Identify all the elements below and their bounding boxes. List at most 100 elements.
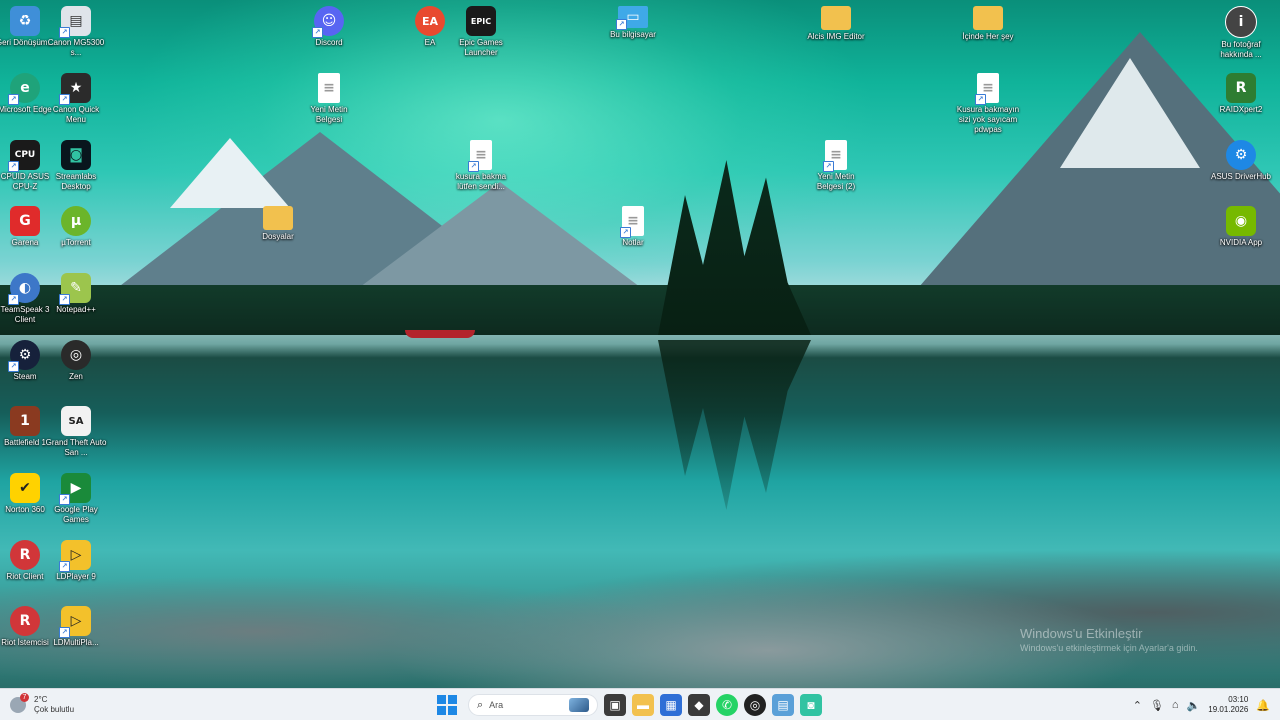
garena-icon: G xyxy=(10,206,40,236)
desktop-icon-ldplayer[interactable]: ▷ ↗ LDPlayer 9 xyxy=(44,540,108,582)
this-pc-icon: ▭ ↗ xyxy=(616,6,648,30)
desktop-icon-discord[interactable]: ☺ ↗ Discord xyxy=(297,6,361,48)
taskbar: 7 2°C Çok bulutlu ⌕ Ara ▣ ▬ ▦ ◆ ✆ ◎ ▤ ◙ … xyxy=(0,688,1280,720)
desktop-icon-label: Notepad++ xyxy=(56,305,96,314)
task-view-icon[interactable]: ▣ xyxy=(604,694,626,716)
whatsapp-icon[interactable]: ✆ xyxy=(716,694,738,716)
desktop-icon-canon-printer[interactable]: ▤ ↗ Canon MG5300 s... xyxy=(44,6,108,58)
google-play-games-icon: ▶ ↗ xyxy=(59,473,91,505)
weather-condition: Çok bulutlu xyxy=(34,705,75,714)
desktop-icon-label: Google Play Games xyxy=(54,505,98,524)
desktop-icon-label: ASUS DriverHub xyxy=(1210,172,1271,181)
microphone-icon[interactable]: 🎙 xyxy=(1150,699,1164,712)
desktop-icon-kusura-bakma[interactable]: ≡ ↗ kusura bakma lütfen sendi... xyxy=(449,140,513,192)
volume-icon[interactable]: 🔈 xyxy=(1187,699,1201,712)
desktop-icon-label: Grand Theft Auto San ... xyxy=(45,438,107,457)
desktop-icon-canon-quick-menu[interactable]: ★ ↗ Canon Quick Menu xyxy=(44,73,108,125)
windows-logo-tile xyxy=(448,706,457,715)
activation-title: Windows'u Etkinleştir xyxy=(1020,626,1143,641)
desktop-icon-label: Bu bilgisayar xyxy=(610,30,656,39)
start-button[interactable] xyxy=(436,694,458,716)
desktop-icon-label: Yeni Metin Belgesi xyxy=(310,105,348,124)
desktop-icon-ldmultiplayer[interactable]: ▷ ↗ LDMultiPla... xyxy=(44,606,108,648)
riot-client-tr-icon: R xyxy=(10,606,40,636)
desktop-icon-bu-bilgisayar[interactable]: ▭ ↗ Bu bilgisayar xyxy=(601,6,665,40)
text-document-icon: ≡ ↗ xyxy=(823,140,847,172)
battlefield-icon: 1 xyxy=(10,406,40,436)
desktop-icon-notepadpp[interactable]: ✎ ↗ Notepad++ xyxy=(44,273,108,315)
desktop-icon-gta[interactable]: SA Grand Theft Auto San ... xyxy=(44,406,108,458)
notification-bell-icon[interactable]: 🔔 xyxy=(1256,699,1270,712)
recycle-bin-icon: ♻ xyxy=(10,6,40,36)
folder-icon xyxy=(821,6,851,30)
weather-text: 2°C Çok bulutlu xyxy=(34,695,74,715)
windows-logo-tile xyxy=(448,695,457,704)
desktop-icon-dosyalar[interactable]: Dosyalar xyxy=(246,206,310,242)
canon-quick-menu-icon: ★ ↗ xyxy=(59,73,91,105)
desktop-icon-photo-info[interactable]: i Bu fotoğraf hakkında ... xyxy=(1209,6,1273,60)
text-document-icon: ≡ ↗ xyxy=(468,140,492,172)
desktop-icon-alcis-img-editor[interactable]: Alcis IMG Editor xyxy=(804,6,868,42)
desktop-icon-label: RAIDXpert2 xyxy=(1219,105,1263,114)
taskbar-search-box[interactable]: ⌕ Ara xyxy=(468,694,598,716)
streamlabs-taskbar-icon[interactable]: ◙ xyxy=(800,694,822,716)
ldplayer-icon: ▷ ↗ xyxy=(59,540,91,572)
search-placeholder: Ara xyxy=(489,700,504,710)
desktop-icon-nvidia-app[interactable]: ◉ NVIDIA App xyxy=(1209,206,1273,248)
asus-driverhub-icon: ⚙ xyxy=(1226,140,1256,170)
desktop-icon-label: Yeni Metin Belgesi (2) xyxy=(816,172,856,191)
text-document-icon: ≡ xyxy=(318,73,340,103)
norton-icon: ✔ xyxy=(10,473,40,503)
epic-games-icon: EPIC xyxy=(466,6,496,36)
activation-watermark: Windows'u Etkinleştir Windows'u etkinleş… xyxy=(1020,626,1198,653)
desktop-icon-asus-driverhub[interactable]: ⚙ ASUS DriverHub xyxy=(1209,140,1273,182)
windows-logo-tile xyxy=(437,695,446,704)
clock-time: 03:10 xyxy=(1228,695,1249,704)
desktop-icon-google-play-games[interactable]: ▶ ↗ Google Play Games xyxy=(44,473,108,525)
desktop-icon-notlar[interactable]: ≡ ↗ Notlar xyxy=(601,206,665,248)
text-document-icon: ≡ ↗ xyxy=(975,73,999,105)
activation-subtitle: Windows'u etkinleştirmek için Ayarlar'a … xyxy=(1020,643,1198,653)
control-panel-icon[interactable]: ▤ xyxy=(772,694,794,716)
desktop-icon-kusura-bakmayin[interactable]: ≡ ↗ Kusura bakmayın sizi yok sayıcam pdwp… xyxy=(956,73,1020,135)
text-document-icon: ≡ ↗ xyxy=(620,206,644,238)
desktop-icon-raidxpert[interactable]: R RAIDXpert2 xyxy=(1209,73,1273,115)
desktop-icon-label: İçinde Her şey xyxy=(962,32,1014,41)
weather-widget[interactable]: 7 2°C Çok bulutlu xyxy=(10,692,74,718)
desktop-icon-zen[interactable]: ◎ Zen xyxy=(44,340,108,382)
riot-client-icon: R xyxy=(10,540,40,570)
nvidia-icon: ◉ xyxy=(1226,206,1256,236)
raidxpert-icon: R xyxy=(1226,73,1256,103)
desktop-icon-utorrent[interactable]: µ µTorrent xyxy=(44,206,108,248)
file-explorer-icon[interactable]: ▬ xyxy=(632,694,654,716)
desktop-icon-icinde-her-sey[interactable]: İçinde Her şey xyxy=(956,6,1020,42)
desktop-icon-yeni-metin-belgesi[interactable]: ≡ Yeni Metin Belgesi xyxy=(297,73,361,125)
chevron-up-icon[interactable]: ⌃ xyxy=(1133,699,1142,712)
clock[interactable]: 03:10 19.01.2026 xyxy=(1208,695,1248,715)
desktop-icon-streamlabs[interactable]: ◙ Streamlabs Desktop xyxy=(44,140,108,192)
steam-icon: ⚙ ↗ xyxy=(8,340,40,372)
printer-icon: ▤ ↗ xyxy=(59,6,91,38)
folder-icon xyxy=(973,6,1003,30)
search-highlight-image xyxy=(569,698,589,712)
notification-badge: 7 xyxy=(20,693,29,702)
cube-app-icon[interactable]: ◆ xyxy=(688,694,710,716)
teamspeak-icon: ◐ ↗ xyxy=(8,273,40,305)
desktop-icon-epic-games[interactable]: EPIC Epic Games Launcher xyxy=(449,6,513,58)
desktop-icon-label: Alcis IMG Editor xyxy=(807,32,865,41)
desktop-icon-label: Streamlabs Desktop xyxy=(55,172,97,191)
desktop-icon-label: Notlar xyxy=(622,238,644,247)
desktop-icon-label: LDPlayer 9 xyxy=(56,572,96,581)
zen-browser-taskbar-icon[interactable]: ◎ xyxy=(744,694,766,716)
network-icon[interactable]: ⌂ xyxy=(1172,699,1179,711)
desktop-icon-yeni-metin-belgesi-2[interactable]: ≡ ↗ Yeni Metin Belgesi (2) xyxy=(804,140,868,192)
photo-info-icon: i xyxy=(1225,6,1257,38)
cloud-icon: 7 xyxy=(10,693,29,713)
taskbar-center: ⌕ Ara ▣ ▬ ▦ ◆ ✆ ◎ ▤ ◙ xyxy=(436,692,822,718)
desktop-icon-label: Kusura bakmayın sizi yok sayıcam pdwpas xyxy=(956,105,1020,134)
zen-browser-icon: ◎ xyxy=(61,340,91,370)
desktop-icon-area: ♻ Geri Dönüşüm... e ↗ Microsoft Edge CPU ↗… xyxy=(0,0,1280,688)
desktop-icon-label: Epic Games Launcher xyxy=(459,38,503,57)
desktop-icon-label: Canon Quick Menu xyxy=(52,105,100,124)
microsoft-store-icon[interactable]: ▦ xyxy=(660,694,682,716)
